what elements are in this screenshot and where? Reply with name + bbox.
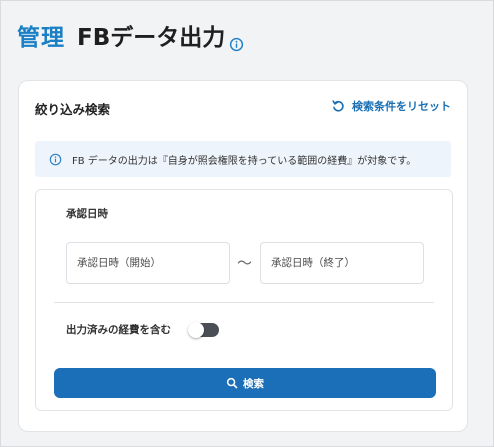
include-exported-label: 出力済みの経費を含む (66, 324, 171, 336)
section-label: 管理 (17, 25, 65, 51)
include-exported-row: 出力済みの経費を含む (66, 321, 219, 338)
notice-banner: FB データの出力は『自身が照会権限を持っている範囲の経費』が対象です。 (35, 141, 451, 177)
toggle-knob (188, 321, 204, 338)
search-icon (226, 377, 238, 389)
filter-title: 絞り込み検索 (35, 102, 111, 117)
reset-filters-label: 検索条件をリセット (352, 100, 451, 113)
filter-card: 絞り込み検索 検索条件をリセット FB データの出力は『自身が照会権限を持ってい… (18, 80, 468, 432)
approval-date-label: 承認日時 (66, 208, 108, 220)
search-button[interactable]: 検索 (54, 368, 436, 398)
range-separator: 〜 (237, 254, 253, 272)
search-button-label: 検索 (243, 377, 264, 390)
info-circle-icon (49, 153, 62, 165)
info-icon[interactable] (229, 37, 244, 52)
divider (54, 302, 434, 303)
approval-date-start-input[interactable] (66, 242, 230, 284)
page-header: 管理 FBデータ出力 (17, 19, 244, 53)
include-exported-toggle[interactable] (188, 321, 219, 338)
reset-filters-button[interactable]: 検索条件をリセット (331, 98, 451, 114)
page-title: FBデータ出力 (77, 25, 226, 51)
notice-text: FB データの出力は『自身が照会権限を持っている範囲の経費』が対象です。 (72, 155, 417, 167)
search-form: 承認日時 〜 出力済みの経費を含む 検索 (35, 189, 453, 411)
rotate-ccw-icon (332, 100, 344, 112)
approval-date-end-input[interactable] (260, 242, 424, 284)
